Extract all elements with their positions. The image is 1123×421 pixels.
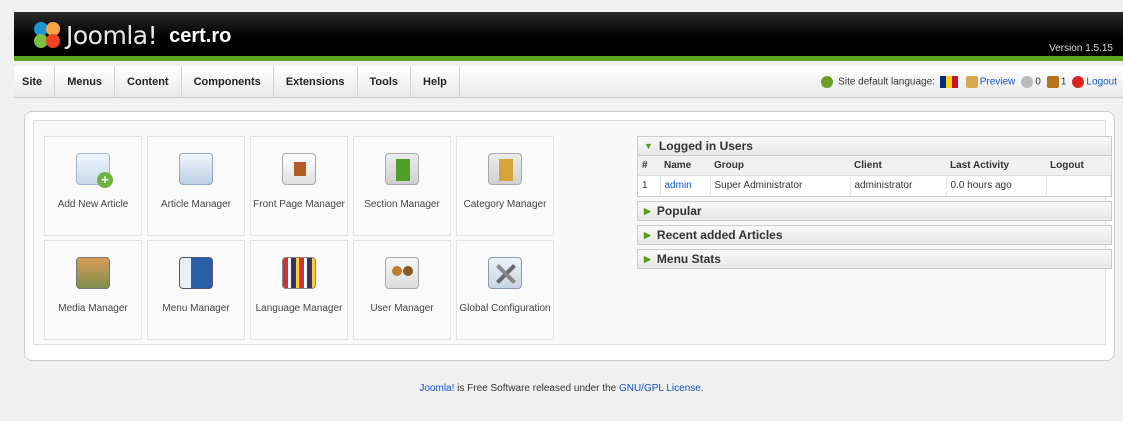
recent-articles-header[interactable]: ▶ Recent added Articles <box>637 225 1112 245</box>
table-row: 1 admin Super Administrator administrato… <box>638 175 1111 196</box>
module-title: Logged in Users <box>658 139 753 153</box>
category-icon <box>488 153 522 185</box>
logged-in-users-body: # Name Group Client Last Activity Logout… <box>637 156 1112 197</box>
menu-components[interactable]: Components <box>182 66 274 97</box>
menu-manager-icon <box>179 257 213 289</box>
menu-help[interactable]: Help <box>411 66 460 97</box>
module-title: Menu Stats <box>656 252 721 266</box>
language-manager-button[interactable]: Language Manager <box>250 240 348 340</box>
preview-label[interactable]: Preview <box>980 76 1016 87</box>
row-logout[interactable] <box>1046 175 1111 196</box>
icon-label: Section Manager <box>364 199 440 210</box>
messages-icon <box>1021 75 1034 88</box>
front-page-manager-button[interactable]: Front Page Manager <box>250 136 348 236</box>
section-manager-button[interactable]: Section Manager <box>353 136 451 236</box>
icon-label: Global Configuration <box>459 303 551 314</box>
main-panel: + Add New Article Article Manager Front … <box>24 111 1115 361</box>
config-icon <box>488 257 522 289</box>
menu-stats-header[interactable]: ▶ Menu Stats <box>637 249 1112 269</box>
row-name: admin <box>660 175 711 196</box>
module-title: Recent added Articles <box>656 228 783 242</box>
column-header: Logout <box>1046 156 1111 176</box>
popular-header[interactable]: ▶ Popular <box>637 201 1112 221</box>
footer: Joomla! is Free Software released under … <box>0 383 1123 394</box>
users-online-status[interactable]: 1 <box>1046 75 1067 88</box>
user-name-link[interactable]: admin <box>665 180 692 191</box>
users-count: 1 <box>1060 76 1067 88</box>
joomla-link[interactable]: Joomla! <box>419 383 454 394</box>
column-header: Last Activity <box>946 156 1046 176</box>
preview-icon <box>965 75 978 88</box>
menu-extensions[interactable]: Extensions <box>274 66 358 97</box>
column-header: # <box>638 156 660 176</box>
module-title: Popular <box>656 204 702 218</box>
media-manager-button[interactable]: Media Manager <box>44 240 142 340</box>
collapsed-arrow-icon: ▶ <box>644 229 651 240</box>
row-group: Super Administrator <box>710 175 851 196</box>
logout-icon <box>1072 75 1085 88</box>
icon-label: Category Manager <box>463 199 547 210</box>
row-number: 1 <box>638 175 661 196</box>
footer-end: . <box>700 383 704 394</box>
footer-text: is Free Software released under the <box>457 383 617 394</box>
messages-status[interactable]: 0 <box>1021 75 1041 88</box>
header-bar: Joomla! cert.ro Version 1.5.15 <box>14 12 1123 61</box>
add-new-article-button[interactable]: + Add New Article <box>44 136 142 236</box>
icon-label: Front Page Manager <box>253 199 345 210</box>
row-client: administrator <box>850 175 947 196</box>
modules-column: ▼ Logged in Users # Name Group Client La… <box>637 136 1112 273</box>
logout-link[interactable]: Logout <box>1072 75 1117 88</box>
icon-label: Add New Article <box>57 199 129 210</box>
brand-name: Joomla! <box>66 20 158 50</box>
article-manager-icon <box>179 153 213 185</box>
article-manager-button[interactable]: Article Manager <box>147 136 245 236</box>
collapsed-arrow-icon: ▶ <box>644 205 651 216</box>
joomla-logo-icon <box>32 20 62 50</box>
language-label: Site default language: <box>838 76 935 88</box>
category-manager-button[interactable]: Category Manager <box>456 136 554 236</box>
user-manager-button[interactable]: User Manager <box>353 240 451 340</box>
menu-manager-button[interactable]: Menu Manager <box>147 240 245 340</box>
logged-in-users-table: # Name Group Client Last Activity Logout… <box>638 156 1111 196</box>
logged-in-users-header[interactable]: ▼ Logged in Users <box>637 136 1112 156</box>
icon-label: Menu Manager <box>162 303 230 314</box>
panel-inner: + Add New Article Article Manager Front … <box>33 120 1112 345</box>
menu-tools[interactable]: Tools <box>358 66 412 97</box>
menu-bar: Site Menus Content Components Extensions… <box>14 66 1123 98</box>
media-icon <box>76 257 110 289</box>
global-configuration-button[interactable]: Global Configuration <box>456 240 554 340</box>
joomla-logo[interactable]: Joomla! cert.ro <box>32 20 231 50</box>
expanded-arrow-icon: ▼ <box>644 141 653 151</box>
language-status: Site default language: <box>821 75 959 88</box>
logout-label[interactable]: Logout <box>1086 76 1117 87</box>
users-icon <box>1046 75 1059 88</box>
license-link[interactable]: GNU/GPL License <box>619 383 701 394</box>
add-article-icon: + <box>76 153 113 188</box>
icon-label: Article Manager <box>160 199 232 210</box>
menu-menus[interactable]: Menus <box>55 66 116 97</box>
icon-label: Media Manager <box>58 303 128 314</box>
column-header: Client <box>850 156 946 176</box>
collapsed-arrow-icon: ▶ <box>644 253 651 264</box>
romania-flag-icon <box>939 75 958 88</box>
site-name: cert.ro <box>169 24 232 47</box>
column-header: Group <box>710 156 850 176</box>
status-bar: Site default language: Preview 0 1 Logou… <box>821 66 1117 97</box>
messages-count: 0 <box>1035 76 1041 88</box>
control-panel-icons: + Add New Article Article Manager Front … <box>44 136 561 341</box>
menu-content[interactable]: Content <box>115 66 182 97</box>
version-label: Version 1.5.15 <box>1049 43 1113 54</box>
language-manager-icon <box>282 257 316 289</box>
preview-link[interactable]: Preview <box>965 75 1016 88</box>
menu-site[interactable]: Site <box>14 66 56 97</box>
user-manager-icon <box>385 257 419 289</box>
column-header: Name <box>660 156 710 176</box>
front-page-icon <box>282 153 316 185</box>
section-icon <box>385 153 419 185</box>
icon-label: Language Manager <box>255 303 343 314</box>
language-icon <box>821 75 834 88</box>
row-last-activity: 0.0 hours ago <box>946 175 1047 196</box>
icon-label: User Manager <box>370 303 434 314</box>
